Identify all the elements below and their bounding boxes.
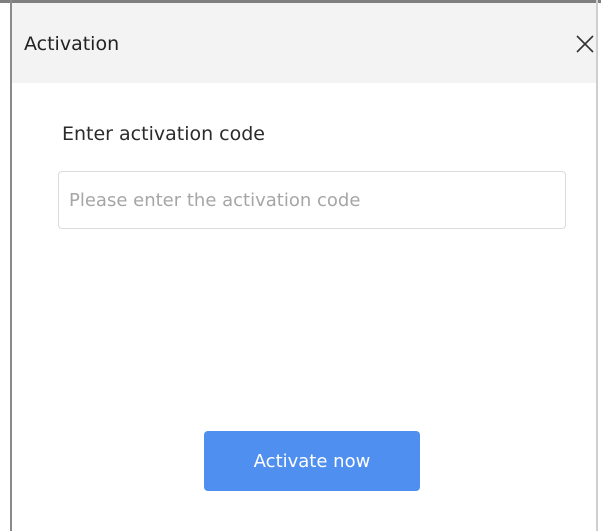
activation-code-label: Enter activation code [62, 123, 265, 145]
window-frame-right [596, 0, 598, 531]
close-icon [576, 35, 594, 53]
dialog-title: Activation [24, 33, 120, 55]
activation-code-input[interactable] [58, 171, 566, 229]
dialog-titlebar: Activation [12, 3, 596, 83]
activate-now-button[interactable]: Activate now [204, 431, 420, 491]
activation-dialog: Activation Enter activation code Activat… [0, 0, 601, 531]
close-button[interactable] [568, 27, 601, 61]
